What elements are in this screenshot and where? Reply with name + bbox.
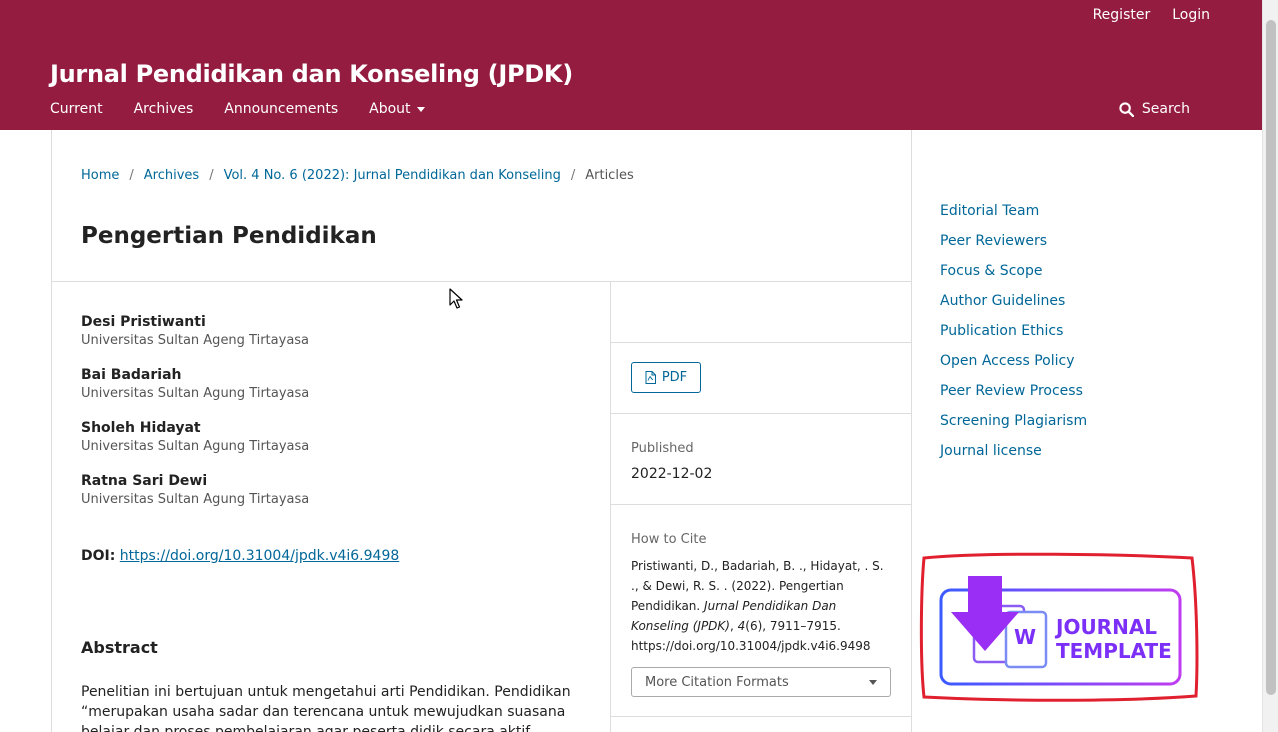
banner-line1: JOURNAL: [1054, 615, 1157, 639]
sidebar-item-author-guidelines[interactable]: Author Guidelines: [940, 286, 1087, 316]
sidebar-item-peer-reviewers[interactable]: Peer Reviewers: [940, 226, 1087, 256]
journal-template-banner[interactable]: W JOURNAL TEMPLATE: [918, 550, 1200, 705]
banner-line2: TEMPLATE: [1056, 639, 1172, 663]
divider: [611, 504, 911, 505]
citation-formats-dropdown[interactable]: More Citation Formats: [631, 667, 891, 697]
nav-about[interactable]: About: [369, 101, 425, 117]
author-affiliation: Universitas Sultan Ageng Tirtayasa: [81, 333, 310, 348]
page-title: Pengertian Pendidikan: [81, 223, 377, 249]
search-link[interactable]: Search: [1119, 101, 1190, 117]
author-item: Sholeh Hidayat Universitas Sultan Agung …: [81, 419, 591, 457]
nav-about-label: About: [369, 101, 411, 117]
search-icon: [1119, 101, 1134, 117]
doi-section: DOI: https://doi.org/10.31004/jpdk.v4i6.…: [81, 548, 399, 564]
scrollbar-thumb[interactable]: [1266, 20, 1276, 695]
author-item: Ratna Sari Dewi Universitas Sultan Agung…: [81, 472, 591, 510]
divider: [611, 342, 911, 343]
author-item: Bai Badariah Universitas Sultan Agung Ti…: [81, 366, 591, 404]
author-name: Bai Badariah: [81, 367, 182, 383]
sidebar-item-screening-plagiarism[interactable]: Screening Plagiarism: [940, 406, 1087, 436]
divider: [611, 716, 911, 717]
primary-nav: Current Archives Announcements About: [50, 101, 425, 117]
sidebar-item-peer-review-process[interactable]: Peer Review Process: [940, 376, 1087, 406]
sidebar-item-publication-ethics[interactable]: Publication Ethics: [940, 316, 1087, 346]
pdf-button[interactable]: PDF: [631, 362, 701, 393]
abstract-text: Penelitian ini bertujuan untuk mengetahu…: [81, 684, 571, 732]
nav-archives[interactable]: Archives: [134, 101, 194, 117]
author-item: Desi Pristiwanti Universitas Sultan Agen…: [81, 313, 591, 351]
mouse-pointer-icon: [449, 288, 463, 309]
breadcrumb-archives[interactable]: Archives: [144, 168, 199, 183]
breadcrumb-home[interactable]: Home: [81, 168, 119, 183]
abstract-heading: Abstract: [81, 638, 158, 657]
sidebar-nav: Editorial Team Peer Reviewers Focus & Sc…: [940, 196, 1087, 466]
chevron-down-icon: [416, 106, 425, 112]
main-content: Home / Archives / Vol. 4 No. 6 (2022): J…: [51, 130, 912, 732]
breadcrumb: Home / Archives / Vol. 4 No. 6 (2022): J…: [81, 168, 634, 183]
nav-current[interactable]: Current: [50, 101, 103, 117]
nav-announcements[interactable]: Announcements: [224, 101, 338, 117]
breadcrumb-current: Articles: [585, 168, 634, 183]
breadcrumb-separator: /: [570, 168, 576, 183]
sidebar-item-editorial-team[interactable]: Editorial Team: [940, 196, 1087, 226]
author-affiliation: Universitas Sultan Agung Tirtayasa: [81, 386, 310, 401]
article-details: PDF Published 2022-12-02 How to Cite Pri…: [611, 282, 911, 732]
search-label: Search: [1141, 101, 1190, 117]
breadcrumb-separator: /: [209, 168, 214, 183]
how-to-cite-label: How to Cite: [631, 532, 707, 547]
doi-link[interactable]: https://doi.org/10.31004/jpdk.v4i6.9498: [120, 548, 399, 564]
page-scrollbar[interactable]: [1262, 0, 1278, 732]
published-date: 2022-12-02: [631, 466, 713, 482]
author-name: Desi Pristiwanti: [81, 314, 206, 330]
citation-separator: ,: [729, 619, 738, 633]
sidebar-item-focus-scope[interactable]: Focus & Scope: [940, 256, 1087, 286]
divider: [611, 413, 911, 414]
author-list: Desi Pristiwanti Universitas Sultan Agen…: [81, 313, 591, 525]
sidebar-item-journal-license[interactable]: Journal license: [940, 436, 1087, 466]
author-name: Sholeh Hidayat: [81, 420, 201, 436]
citation-formats-label: More Citation Formats: [645, 674, 789, 690]
register-link[interactable]: Register: [1093, 7, 1151, 23]
published-label: Published: [631, 441, 694, 456]
pdf-file-icon: [645, 371, 656, 384]
breadcrumb-issue[interactable]: Vol. 4 No. 6 (2022): Jurnal Pendidikan d…: [224, 168, 561, 183]
banner-badge: W: [1014, 625, 1036, 649]
sidebar-item-open-access-policy[interactable]: Open Access Policy: [940, 346, 1087, 376]
site-header: Register Login Jurnal Pendidikan dan Kon…: [0, 0, 1262, 130]
login-link[interactable]: Login: [1172, 7, 1210, 23]
chevron-down-icon: [869, 679, 877, 685]
author-name: Ratna Sari Dewi: [81, 473, 208, 489]
doi-label: DOI:: [81, 548, 116, 564]
site-title[interactable]: Jurnal Pendidikan dan Konseling (JPDK): [50, 60, 573, 88]
author-affiliation: Universitas Sultan Agung Tirtayasa: [81, 492, 310, 507]
author-affiliation: Universitas Sultan Agung Tirtayasa: [81, 439, 310, 454]
user-nav: Register Login: [1093, 7, 1210, 23]
citation-text: Pristiwanti, D., Badariah, B. ., Hidayat…: [631, 556, 893, 656]
pdf-label: PDF: [661, 370, 688, 385]
breadcrumb-separator: /: [129, 168, 134, 183]
